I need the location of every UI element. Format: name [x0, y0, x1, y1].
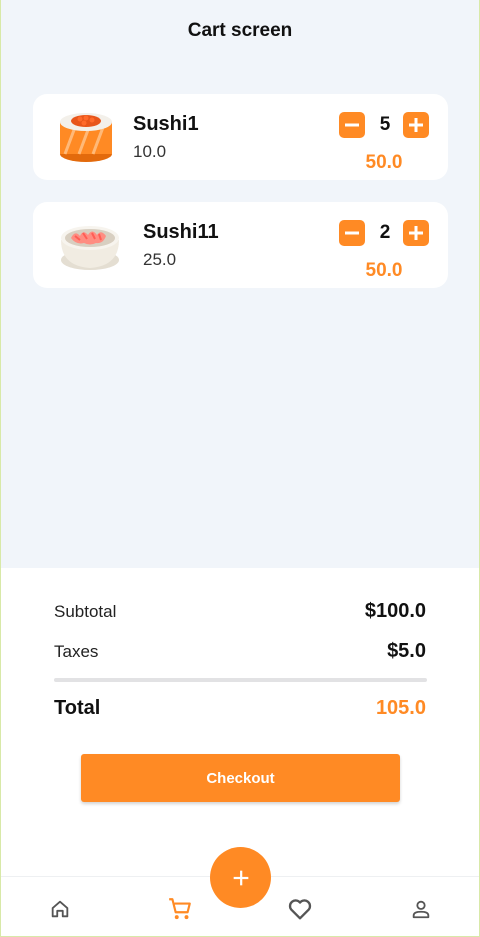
plus-icon	[233, 870, 248, 885]
increase-quantity-button[interactable]	[403, 220, 429, 246]
item-name: Sushi1	[133, 113, 199, 135]
plus-icon	[409, 118, 423, 132]
decrease-quantity-button[interactable]	[339, 220, 365, 246]
subtotal-label: Subtotal	[54, 601, 117, 621]
sushi-bowl-image	[59, 214, 121, 276]
heart-icon	[288, 899, 312, 920]
checkout-button[interactable]: Checkout	[81, 754, 400, 802]
cart-list-area: Cart screen Sushi1 10.0 5 50.0 Sushi11 2…	[1, 0, 479, 568]
total-label: Total	[54, 697, 101, 719]
taxes-value: $5.0	[387, 640, 426, 662]
total-value: 105.0	[375, 697, 426, 719]
home-icon	[51, 900, 69, 918]
decrease-quantity-button[interactable]	[339, 112, 365, 138]
item-line-total: 50.0	[365, 260, 403, 281]
taxes-label: Taxes	[54, 641, 99, 661]
add-fab-button[interactable]	[210, 847, 271, 908]
item-line-total: 50.0	[365, 152, 403, 173]
order-summary: Subtotal $100.0 Taxes $5.0 Total 105.0 C…	[1, 568, 479, 878]
plus-icon	[409, 226, 423, 240]
item-quantity: 5	[379, 114, 391, 135]
subtotal-value: $100.0	[364, 600, 426, 622]
subtotal-row: Subtotal $100.0	[54, 600, 426, 623]
cart-item: Sushi11 25.0 2 50.0	[33, 202, 448, 288]
item-name: Sushi11	[143, 221, 219, 243]
item-quantity: 2	[379, 222, 391, 243]
taxes-row: Taxes $5.0	[54, 640, 426, 663]
person-icon	[412, 900, 430, 919]
cart-icon	[169, 898, 191, 920]
minus-icon	[345, 231, 359, 235]
increase-quantity-button[interactable]	[403, 112, 429, 138]
cart-item: Sushi1 10.0 5 50.0	[33, 94, 448, 180]
item-unit-price: 25.0	[143, 250, 177, 269]
total-row: Total 105.0	[54, 697, 426, 720]
nav-home[interactable]	[46, 895, 74, 923]
app-screen: Cart screen Sushi1 10.0 5 50.0 Sushi11 2…	[0, 0, 480, 937]
nav-cart[interactable]	[166, 895, 194, 923]
page-title: Cart screen	[187, 20, 293, 41]
sushi-roll-image	[55, 106, 117, 168]
nav-favorites[interactable]	[286, 895, 314, 923]
nav-profile[interactable]	[407, 895, 435, 923]
summary-divider	[54, 678, 427, 682]
item-unit-price: 10.0	[133, 142, 167, 161]
minus-icon	[345, 123, 359, 127]
